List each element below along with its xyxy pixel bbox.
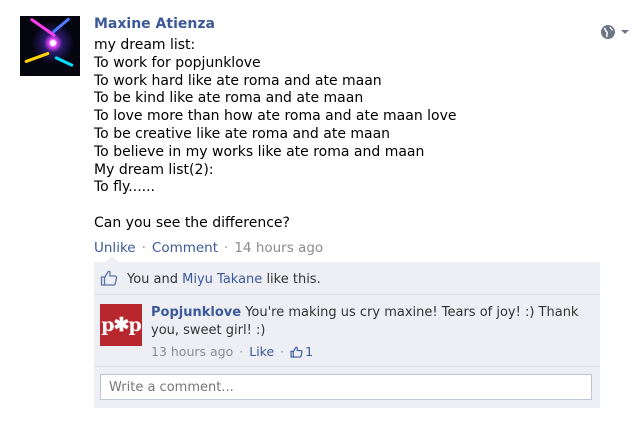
chevron-down-icon	[621, 30, 629, 34]
comment-link[interactable]: Comment	[152, 240, 218, 256]
separator: ·	[141, 240, 146, 256]
post-line: To work hard like ate roma and ate maan	[94, 72, 382, 89]
post-line: To love more than how ate roma and ate m…	[94, 108, 457, 125]
post-line: my dream list:	[94, 37, 196, 53]
likes-you: You and	[127, 272, 178, 287]
post-line: To be kind like ate roma and ate maan	[94, 90, 364, 107]
comment-text-block: Popjunklove You're making us cry maxine!…	[151, 304, 591, 339]
likes-suffix: like this.	[266, 272, 321, 287]
likes-text: You and Miyu Takane like this.	[127, 272, 321, 287]
like-count-value: 1	[305, 344, 314, 359]
post-line: To be creative like ate roma and ate maa…	[94, 125, 391, 142]
avatar[interactable]	[20, 16, 80, 76]
comment-input[interactable]	[101, 375, 591, 399]
thumbs-up-icon	[100, 270, 118, 286]
post-timestamp[interactable]: 14 hours ago	[234, 240, 323, 256]
comment-like-link[interactable]: Like	[249, 344, 274, 359]
post-line: To believe in my works like ate roma and…	[94, 143, 425, 160]
post-author[interactable]: Maxine Atienza	[94, 15, 215, 33]
unlike-link[interactable]: Unlike	[94, 240, 136, 256]
post-line: My dream list(2):	[94, 161, 214, 178]
comment-item: p✱p Popjunklove You're making us cry max…	[94, 296, 600, 367]
separator: ·	[239, 344, 244, 359]
post-body: my dream list: To work for popjunklove T…	[94, 37, 574, 233]
feedback-box: You and Miyu Takane like this. p✱p Popju…	[94, 262, 600, 408]
separator: ·	[224, 240, 229, 256]
post-actions: Unlike · Comment · 14 hours ago	[94, 240, 323, 257]
likes-row: You and Miyu Takane like this.	[94, 262, 600, 295]
comment-box	[100, 374, 592, 400]
globe-icon	[601, 25, 615, 39]
post-line: Can you see the difference?	[94, 214, 290, 231]
comment-timestamp[interactable]: 13 hours ago	[151, 344, 233, 359]
post-line: To work for popjunklove	[94, 54, 261, 71]
separator: ·	[280, 344, 285, 359]
commenter-avatar[interactable]: p✱p	[100, 304, 142, 346]
comment-meta: 13 hours ago · Like · 1	[151, 344, 313, 359]
comment-like-count[interactable]: 1	[290, 344, 313, 359]
comment-author[interactable]: Popjunklove	[151, 305, 241, 320]
post-line: To fly......	[94, 179, 155, 196]
privacy-selector[interactable]	[600, 24, 636, 40]
thumbs-up-icon	[290, 346, 303, 358]
liker-link[interactable]: Miyu Takane	[182, 272, 262, 287]
post-line-blank	[94, 197, 574, 215]
